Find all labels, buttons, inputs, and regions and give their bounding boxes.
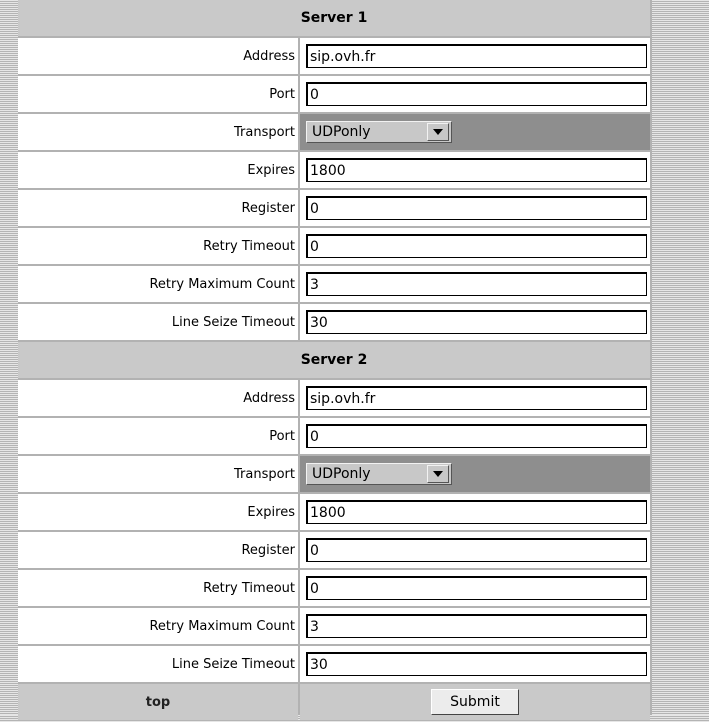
chevron-down-icon[interactable] [427,123,449,141]
server-2-transport-label: Transport [18,456,298,492]
server-1-retry-max-input[interactable] [306,272,647,296]
server-2-transport-value: UDPonly [312,466,371,482]
server-2-port-label: Port [18,418,298,454]
server-config-table: Server 1 Address Port Transport UDPonly … [16,0,652,722]
server-2-register-input[interactable] [306,538,647,562]
server-2-register-label: Register [18,532,298,568]
server-1-register-label: Register [18,190,298,226]
server-1-transport-value: UDPonly [312,124,371,140]
server-2-retry-max-input[interactable] [306,614,647,638]
server-2-expires-input[interactable] [306,500,647,524]
server-2-retry-max-label: Retry Maximum Count [18,608,298,644]
settings-panel: Server 1 Address Port Transport UDPonly … [18,0,652,720]
server-1-address-input[interactable] [306,44,647,68]
server-1-retry-timeout-label: Retry Timeout [18,228,298,264]
server-1-expires-input[interactable] [306,158,647,182]
server-1-register-input[interactable] [306,196,647,220]
server-1-transport-select[interactable]: UDPonly [306,121,452,143]
server-2-address-input[interactable] [306,386,647,410]
server-1-retry-max-label: Retry Maximum Count [18,266,298,302]
server-2-title: Server 2 [18,342,650,378]
server-1-address-label: Address [18,38,298,74]
server-2-line-seize-input[interactable] [306,652,647,676]
server-2-line-seize-label: Line Seize Timeout [18,646,298,682]
server-1-retry-timeout-input[interactable] [306,234,647,258]
server-1-line-seize-input[interactable] [306,310,647,334]
server-2-retry-timeout-input[interactable] [306,576,647,600]
server-1-port-input[interactable] [306,82,647,106]
server-2-transport-select[interactable]: UDPonly [306,463,452,485]
submit-button[interactable]: Submit [431,689,519,715]
server-2-address-label: Address [18,380,298,416]
server-2-retry-timeout-label: Retry Timeout [18,570,298,606]
chevron-down-icon[interactable] [427,465,449,483]
server-1-transport-label: Transport [18,114,298,150]
server-1-title: Server 1 [18,0,650,36]
server-1-port-label: Port [18,76,298,112]
server-1-line-seize-label: Line Seize Timeout [18,304,298,340]
server-1-expires-label: Expires [18,152,298,188]
server-2-port-input[interactable] [306,424,647,448]
server-2-header-row: Server 2 [18,342,650,378]
server-2-expires-label: Expires [18,494,298,530]
server-1-header-row: Server 1 [18,0,650,36]
